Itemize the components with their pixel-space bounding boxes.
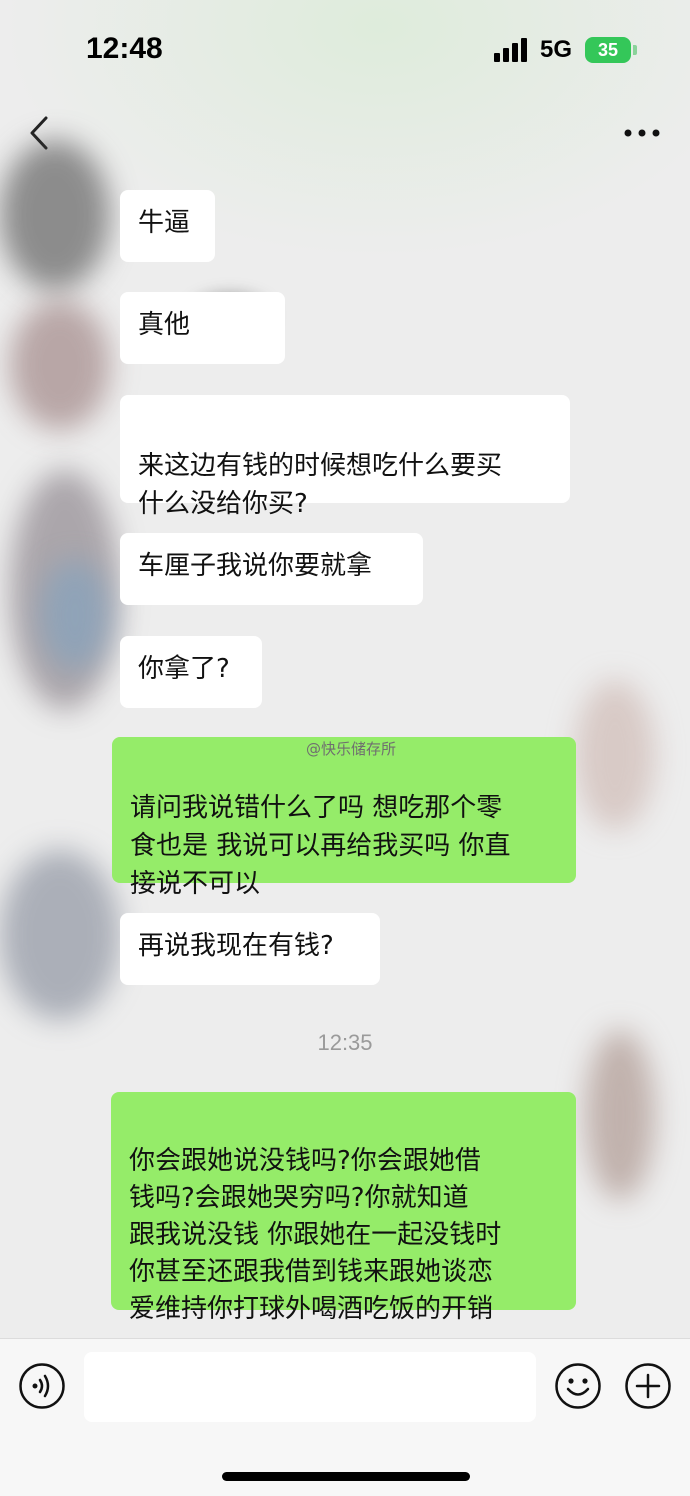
message-bubble[interactable]: 牛逼 — [120, 190, 215, 262]
message-text: 你拿了? — [138, 654, 230, 684]
avatar — [10, 300, 110, 430]
message-text: 牛逼 — [138, 208, 191, 238]
message-text: 真他 — [138, 310, 191, 340]
avatar — [10, 470, 120, 710]
watermark: @快乐储存所 — [306, 740, 397, 758]
avatar — [40, 560, 110, 670]
message-bubble[interactable]: 再说我现在有钱? — [120, 913, 380, 985]
status-time: 12:48 — [86, 32, 163, 65]
message-text: 来这边有钱的时候想吃什么要买 什么没给你买? — [138, 451, 503, 519]
plus-icon[interactable] — [624, 1362, 672, 1410]
battery-cap — [633, 45, 637, 55]
message-bubble[interactable]: 车厘子我说你要就拿 — [120, 533, 423, 605]
message-timestamp: 12:35 — [317, 1030, 373, 1055]
avatar — [0, 140, 110, 290]
emoji-icon[interactable] — [554, 1362, 602, 1410]
message-bubble[interactable]: 你会跟她说没钱吗?你会跟她借 钱吗?会跟她哭穷吗?你就知道 跟我说没钱 你跟她在… — [111, 1092, 576, 1324]
message-bubble[interactable]: 来这边有钱的时候想吃什么要买 什么没给你买? — [120, 395, 570, 519]
home-indicator[interactable] — [222, 1472, 470, 1481]
battery-level: 35 — [597, 39, 619, 60]
message-input[interactable] — [84, 1352, 536, 1422]
battery-icon: 35 — [585, 37, 631, 63]
message-bubble[interactable]: 你拿了? — [120, 636, 262, 708]
avatar — [575, 680, 655, 830]
message-text: 请问我说错什么了吗 想吃那个零 食也是 我说可以再给我买吗 你直 接说不可以 — [130, 793, 511, 899]
message-text: 你会跟她说没钱吗?你会跟她借 钱吗?会跟她哭穷吗?你就知道 跟我说没钱 你跟她在… — [129, 1146, 502, 1324]
more-dots-icon[interactable] — [620, 118, 664, 148]
signal-icon — [494, 38, 530, 62]
voice-icon[interactable] — [18, 1362, 66, 1410]
avatar — [0, 850, 120, 1020]
network-label: 5G — [540, 36, 573, 63]
message-text: 再说我现在有钱? — [138, 931, 334, 961]
chevron-left-icon[interactable] — [22, 110, 62, 156]
status-bar: 12:48 5G 35 — [0, 0, 690, 100]
message-bubble[interactable]: 真他 — [120, 292, 285, 364]
message-text: 车厘子我说你要就拿 — [138, 551, 373, 581]
